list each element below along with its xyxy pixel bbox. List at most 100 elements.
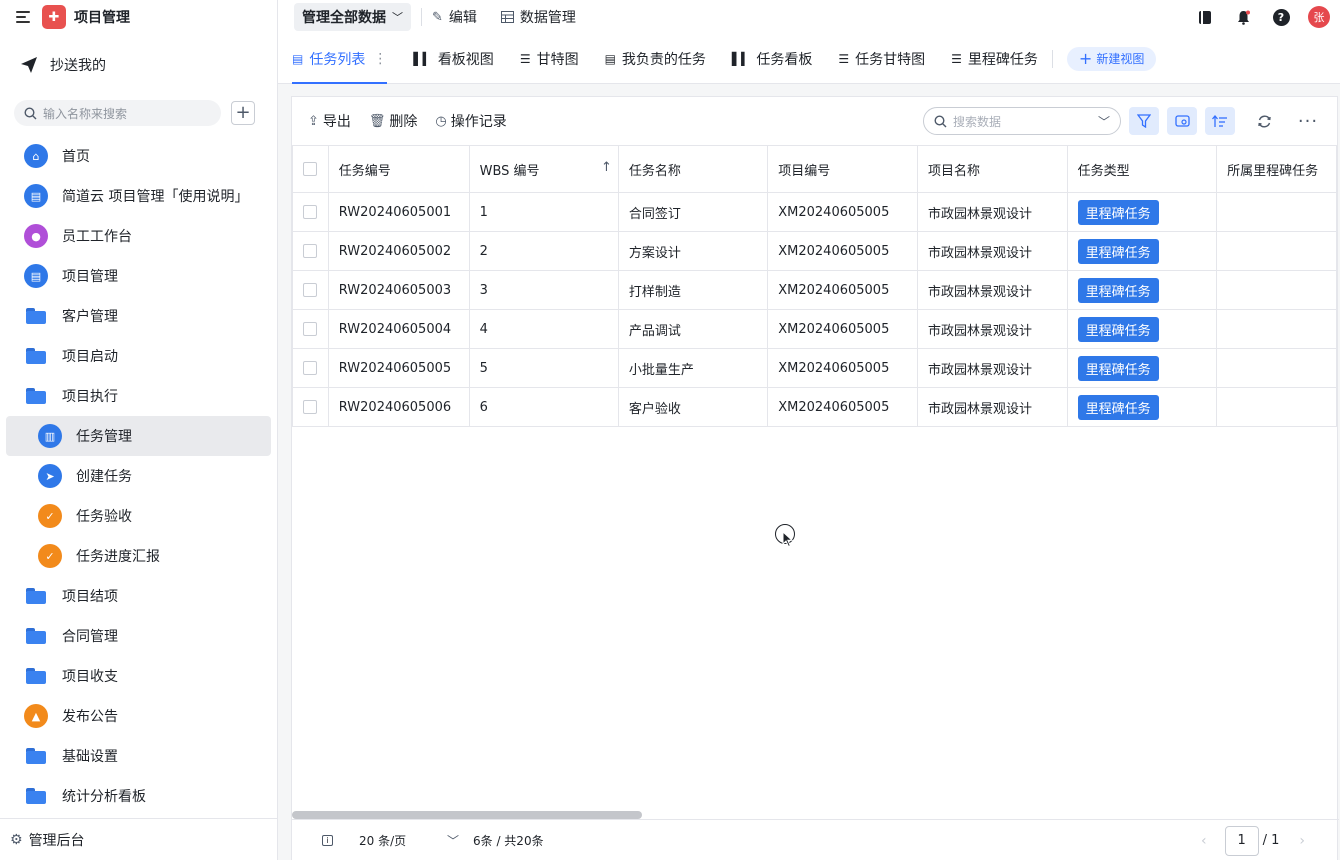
sidebar-item[interactable]: 项目执行 xyxy=(6,376,271,416)
row-checkbox[interactable] xyxy=(292,270,329,310)
view-tab[interactable]: ▤ 任务列表 ⋮ xyxy=(292,34,388,84)
edit-button[interactable]: ✎ 编辑 xyxy=(432,7,477,27)
data-management-button[interactable]: 数据管理 xyxy=(500,7,576,27)
view-tab[interactable]: ▤ 我负责的任务 xyxy=(605,34,706,84)
sidebar-item[interactable]: 项目启动 xyxy=(6,336,271,376)
tab-more-icon[interactable]: ⋮ xyxy=(373,51,387,67)
cell-value: 市政园林景观设计 xyxy=(927,284,1032,300)
table-cell: 市政园林景观设计 xyxy=(916,192,1068,232)
sort-button[interactable] xyxy=(1205,107,1235,135)
cell-value: XM20240605005 xyxy=(778,360,890,376)
refresh-button[interactable] xyxy=(1249,107,1279,135)
book-icon[interactable] xyxy=(1194,6,1216,28)
table-row[interactable]: RW20240605001 1 合同签订 XM20240605005 市政园林景观设计 里… xyxy=(292,192,1337,232)
folder-open-icon xyxy=(26,388,46,404)
sidebar-item[interactable]: ✓ 任务进度汇报 xyxy=(6,536,271,576)
sidebar-item[interactable]: ▥ 任务管理 xyxy=(6,416,271,456)
sidebar-item[interactable]: 项目收支 xyxy=(6,656,271,696)
table-row[interactable]: RW20240605004 4 产品调试 XM20240605005 市政园林景观设计 里… xyxy=(292,309,1337,349)
sidebar-item[interactable]: ➤ 创建任务 xyxy=(6,456,271,496)
log-button[interactable]: ◷ 操作记录 xyxy=(435,111,506,131)
table-row[interactable]: RW20240605003 3 打样制造 XM20240605005 市政园林景观设计 里… xyxy=(292,270,1337,310)
menu-icon[interactable] xyxy=(16,11,30,23)
table-row[interactable]: RW20240605005 5 小批量生产 XM20240605005 市政园林景观设计… xyxy=(292,348,1337,388)
help-icon[interactable]: ? xyxy=(1270,6,1292,28)
bell-icon[interactable] xyxy=(1232,6,1254,28)
cell-value: 市政园林景观设计 xyxy=(927,401,1032,417)
cell-value: RW20240605004 xyxy=(338,321,452,337)
column-header[interactable]: 所属里程碑任务 xyxy=(1216,145,1337,193)
horizontal-scrollbar[interactable] xyxy=(292,811,642,819)
column-header[interactable]: 项目名称 xyxy=(916,145,1068,193)
view-tab[interactable]: ▌▍ 任务看板 xyxy=(732,34,812,84)
row-checkbox[interactable] xyxy=(292,231,329,271)
row-checkbox[interactable] xyxy=(292,387,329,427)
sidebar-item[interactable]: ✓ 任务验收 xyxy=(6,496,271,536)
view-tab[interactable]: ☰ 任务甘特图 xyxy=(838,34,925,84)
column-header[interactable]: 任务名称 xyxy=(617,145,769,193)
table-cell: 合同签订 xyxy=(617,192,769,232)
table-cell: XM20240605005 xyxy=(767,192,918,232)
table-body: RW20240605001 1 合同签订 XM20240605005 市政园林景观设计里… xyxy=(292,192,1337,427)
data-search-input[interactable]: 搜索数据 ﹀ xyxy=(923,107,1121,135)
view-tab[interactable]: ☰ 甘特图 xyxy=(520,34,579,84)
topbar: 管理全部数据 ﹀ ✎ 编辑 数据管理 ? 张 xyxy=(278,0,1340,34)
column-header[interactable]: 项目编号 xyxy=(767,145,918,193)
folder-icon xyxy=(26,788,46,804)
table-cell xyxy=(1216,270,1337,310)
scope-dropdown[interactable]: 管理全部数据 ﹀ xyxy=(294,3,411,31)
column-header[interactable]: 任务编号 xyxy=(327,145,470,193)
sidebar-item-label: 发布公告 xyxy=(62,709,118,725)
next-page-icon[interactable]: › xyxy=(1299,833,1305,849)
doc-icon: ▤ xyxy=(24,264,48,288)
sidebar-item[interactable]: 客户管理 xyxy=(6,296,271,336)
sidebar-item[interactable]: ▤ 简道云 项目管理「使用说明」 xyxy=(6,176,271,216)
sidebar-header: ✚ 项目管理 xyxy=(0,0,277,34)
row-checkbox[interactable] xyxy=(292,192,329,232)
table-row[interactable]: RW20240605006 6 客户验收 XM20240605005 市政园林景观设计 里… xyxy=(292,387,1337,427)
sort-ascending-icon[interactable]: ↑ xyxy=(601,160,612,175)
sidebar-item[interactable]: ● 员工工作台 xyxy=(6,216,271,256)
page-size-select[interactable]: 20 条/页 ﹀ xyxy=(359,832,459,849)
column-header[interactable]: 任务类型 xyxy=(1066,145,1218,193)
table-cell: XM20240605005 xyxy=(767,387,918,427)
new-view-label: 新建视图 xyxy=(1096,52,1145,66)
row-checkbox[interactable] xyxy=(292,309,329,349)
view-tab[interactable]: ▌▍ 看板视图 xyxy=(413,34,493,84)
view-tab[interactable]: ☰ 里程碑任务 xyxy=(951,34,1038,84)
sidebar-item[interactable]: 合同管理 xyxy=(6,616,271,656)
sidebar-item-label: 简道云 项目管理「使用说明」 xyxy=(62,189,249,205)
delete-button[interactable]: 🗑 删除 xyxy=(369,111,418,131)
sidebar-item-cc[interactable]: 抄送我的 xyxy=(0,34,277,96)
export-button[interactable]: ⇪ 导出 xyxy=(308,111,351,131)
folder-icon xyxy=(26,588,46,604)
select-all-checkbox[interactable] xyxy=(292,145,329,193)
sidebar-item[interactable]: 统计分析看板 xyxy=(6,776,271,816)
admin-label: 管理后台 xyxy=(28,832,85,849)
sidebar-item[interactable]: 基础设置 xyxy=(6,736,271,776)
column-header[interactable]: WBS 编号 ↑ xyxy=(468,145,619,193)
sidebar-search-input[interactable]: 输入名称来搜索 xyxy=(14,100,221,126)
new-view-button[interactable]: + 新建视图 xyxy=(1066,46,1157,71)
filter-button[interactable] xyxy=(1129,107,1159,135)
sidebar-item[interactable]: ▤ 项目管理 xyxy=(6,256,271,296)
cell-value: RW20240605003 xyxy=(338,282,452,298)
sidebar: ✚ 项目管理 抄送我的 输入名称来搜索 + ⌂ 首页 ▤ 简道云 项目管理「使用说明」… xyxy=(0,0,278,860)
avatar[interactable]: 张 xyxy=(1308,6,1330,28)
admin-link[interactable]: ⚙ 管理后台 xyxy=(0,818,277,860)
add-button[interactable]: + xyxy=(231,101,255,125)
table-cell: XM20240605005 xyxy=(767,309,918,349)
table-row[interactable]: RW20240605002 2 方案设计 XM20240605005 市政园林景观设计 里… xyxy=(292,231,1337,271)
display-settings-button[interactable] xyxy=(1167,107,1197,135)
more-icon[interactable]: ··· xyxy=(1293,107,1323,135)
sidebar-item[interactable]: ⌂ 首页 xyxy=(6,136,271,176)
paper-plane-icon xyxy=(21,57,37,73)
cell-value: RW20240605006 xyxy=(338,399,452,415)
row-checkbox[interactable] xyxy=(292,348,329,388)
page-input[interactable]: 1 xyxy=(1224,825,1259,856)
sidebar-item[interactable]: 项目结项 xyxy=(6,576,271,616)
sidebar-item-label: 首页 xyxy=(62,149,90,165)
kanban-icon: ▌▍ xyxy=(731,51,751,66)
prev-page-icon[interactable]: ‹ xyxy=(1201,833,1207,849)
sidebar-item[interactable]: ▲ 发布公告 xyxy=(6,696,271,736)
